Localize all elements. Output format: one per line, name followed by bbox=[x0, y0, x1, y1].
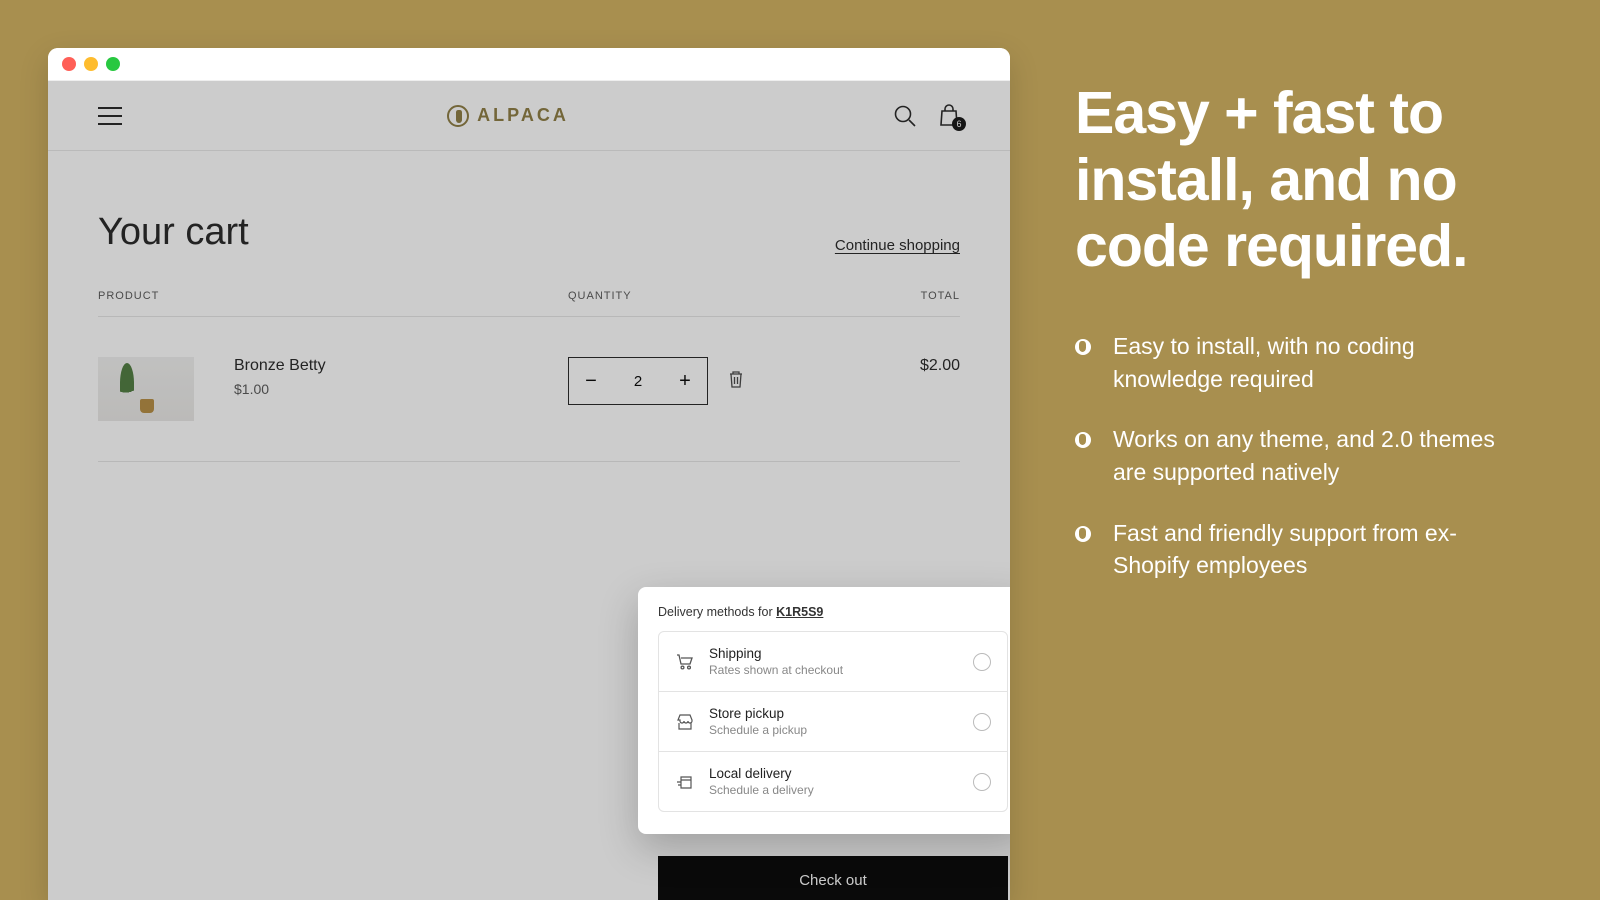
store-icon bbox=[675, 714, 695, 730]
option-title: Shipping bbox=[709, 646, 959, 661]
option-subtitle: Schedule a delivery bbox=[709, 783, 959, 797]
option-title: Store pickup bbox=[709, 706, 959, 721]
bullet-icon bbox=[1075, 432, 1091, 448]
delivery-zip-link[interactable]: K1R5S9 bbox=[776, 605, 823, 619]
minimize-window-button[interactable] bbox=[84, 57, 98, 71]
cart-section: Your cart Continue shopping PRODUCT QUAN… bbox=[48, 151, 1010, 462]
search-button[interactable] bbox=[894, 105, 916, 127]
cart-table-headers: PRODUCT QUANTITY TOTAL bbox=[98, 290, 960, 317]
product-thumbnail[interactable] bbox=[98, 357, 194, 421]
marketing-headline: Easy + fast to install, and no code requ… bbox=[1075, 80, 1530, 280]
product-name[interactable]: Bronze Betty bbox=[234, 357, 568, 375]
page-viewport: ALPACA 6 Your cart Continue shopping PR bbox=[48, 81, 1010, 900]
remove-line-button[interactable] bbox=[728, 370, 744, 393]
cart-button[interactable]: 6 bbox=[938, 104, 960, 128]
cart-count-badge: 6 bbox=[952, 117, 966, 131]
maximize-window-button[interactable] bbox=[106, 57, 120, 71]
shipping-cart-icon bbox=[675, 654, 695, 670]
traffic-lights bbox=[62, 57, 120, 71]
marketing-bullet: Fast and friendly support from ex-Shopif… bbox=[1075, 517, 1530, 582]
hamburger-icon bbox=[98, 107, 122, 125]
brand-name: ALPACA bbox=[477, 105, 569, 126]
qty-decrement-button[interactable]: − bbox=[569, 358, 613, 404]
delivery-option-pickup[interactable]: Store pickup Schedule a pickup bbox=[659, 691, 1007, 751]
option-title: Local delivery bbox=[709, 766, 959, 781]
marketing-bullet: Works on any theme, and 2.0 themes are s… bbox=[1075, 423, 1530, 488]
col-header-total: TOTAL bbox=[758, 290, 960, 302]
window-titlebar bbox=[48, 48, 1010, 81]
page-title: Your cart bbox=[98, 211, 249, 254]
close-window-button[interactable] bbox=[62, 57, 76, 71]
continue-shopping-link[interactable]: Continue shopping bbox=[835, 237, 960, 254]
radio-unchecked[interactable] bbox=[973, 773, 991, 791]
option-subtitle: Rates shown at checkout bbox=[709, 663, 959, 677]
quantity-stepper: − 2 + bbox=[568, 357, 708, 405]
search-icon bbox=[894, 105, 916, 127]
store-header: ALPACA 6 bbox=[48, 81, 1010, 151]
line-total: $2.00 bbox=[758, 357, 960, 375]
delivery-option-shipping[interactable]: Shipping Rates shown at checkout bbox=[659, 632, 1007, 691]
browser-window: ALPACA 6 Your cart Continue shopping PR bbox=[48, 48, 1010, 900]
cart-table: PRODUCT QUANTITY TOTAL Bronze Betty $1.0… bbox=[98, 290, 960, 462]
radio-unchecked[interactable] bbox=[973, 713, 991, 731]
delivery-options: Shipping Rates shown at checkout Store p… bbox=[658, 631, 1008, 812]
marketing-copy: Easy + fast to install, and no code requ… bbox=[1075, 80, 1530, 610]
cart-line-item: Bronze Betty $1.00 − 2 + $2.00 bbox=[98, 317, 960, 462]
delivery-methods-panel: Delivery methods for K1R5S9 Shipping Rat… bbox=[638, 587, 1010, 834]
delivery-panel-title: Delivery methods for K1R5S9 bbox=[658, 605, 1008, 619]
package-icon bbox=[675, 774, 695, 790]
bullet-icon bbox=[1075, 526, 1091, 542]
marketing-bullet: Easy to install, with no coding knowledg… bbox=[1075, 330, 1530, 395]
hamburger-menu-button[interactable] bbox=[98, 107, 122, 125]
qty-value: 2 bbox=[613, 358, 663, 404]
trash-icon bbox=[728, 370, 744, 388]
bullet-icon bbox=[1075, 339, 1091, 355]
radio-unchecked[interactable] bbox=[973, 653, 991, 671]
product-unit-price: $1.00 bbox=[234, 381, 568, 397]
marketing-bullets: Easy to install, with no coding knowledg… bbox=[1075, 330, 1530, 582]
brand-mark-icon bbox=[447, 105, 469, 127]
header-actions: 6 bbox=[894, 104, 960, 128]
brand-logo[interactable]: ALPACA bbox=[447, 105, 569, 127]
col-header-product: PRODUCT bbox=[98, 290, 568, 302]
checkout-button[interactable]: Check out bbox=[658, 856, 1008, 900]
col-header-quantity: QUANTITY bbox=[568, 290, 758, 302]
option-subtitle: Schedule a pickup bbox=[709, 723, 959, 737]
delivery-option-local[interactable]: Local delivery Schedule a delivery bbox=[659, 751, 1007, 811]
qty-increment-button[interactable]: + bbox=[663, 358, 707, 404]
